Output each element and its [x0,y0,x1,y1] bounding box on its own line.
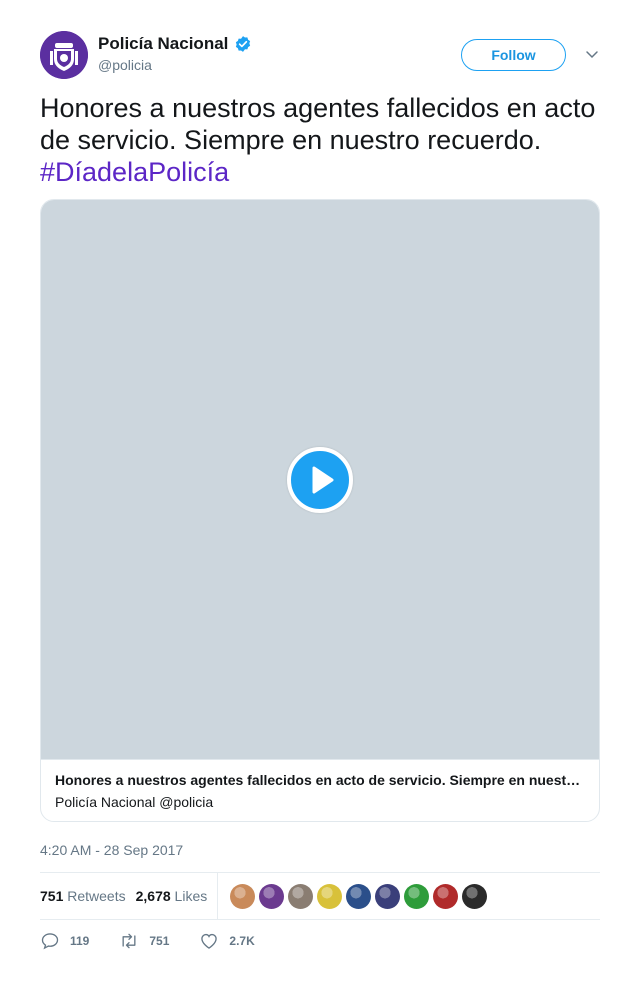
retweets-stat[interactable]: 751 Retweets [40,888,126,904]
tweet-header: Policía Nacional @policia Follow [40,31,600,79]
likes-label: Likes [174,888,208,904]
tweet-body: Honores a nuestros agentes fallecidos en… [40,93,596,155]
hashtag-link[interactable]: #DíadelaPolicía [40,157,229,187]
chevron-down-icon[interactable] [585,47,599,61]
follow-button[interactable]: Follow [461,39,566,71]
likes-stat[interactable]: 2,678 Likes [136,888,208,904]
tweet-stats: 751 Retweets 2,678 Likes [40,872,600,920]
retweet-count: 751 [149,934,170,948]
tweet-text: Honores a nuestros agentes fallecidos en… [40,92,600,188]
reply-count: 119 [70,934,90,948]
like-count: 2.7K [229,934,255,948]
likers-avatars [230,884,491,909]
liker-avatar[interactable] [375,884,400,909]
liker-avatar[interactable] [462,884,487,909]
heart-icon [201,933,218,949]
retweets-count: 751 [40,888,64,904]
play-icon [312,466,334,494]
author-info: Policía Nacional @policia [98,33,252,73]
reply-button[interactable]: 119 [40,931,89,951]
liker-avatar[interactable] [346,884,371,909]
stats-divider [217,873,218,919]
retweet-button[interactable]: 751 [119,931,169,951]
card-title: Honores a nuestros agentes fallecidos en… [55,772,585,788]
play-button[interactable] [287,447,353,513]
media-card[interactable]: Honores a nuestros agentes fallecidos en… [40,199,600,822]
display-name[interactable]: Policía Nacional [98,34,228,54]
card-meta[interactable]: Honores a nuestros agentes fallecidos en… [41,759,599,821]
handle[interactable]: @policia [98,57,252,73]
liker-avatar[interactable] [317,884,342,909]
card-subtitle: Policía Nacional @policia [55,794,214,810]
reply-icon [41,933,59,950]
liker-avatar[interactable] [259,884,284,909]
liker-avatar[interactable] [288,884,313,909]
timestamp[interactable]: 4:20 AM - 28 Sep 2017 [40,842,183,858]
liker-avatar[interactable] [230,884,255,909]
avatar[interactable] [40,31,88,79]
tweet: Policía Nacional @policia Follow Honores… [40,0,600,981]
liker-avatar[interactable] [433,884,458,909]
like-button[interactable]: 2.7K [199,931,255,951]
retweets-label: Retweets [67,888,126,904]
retweet-icon [122,933,136,949]
tweet-actions: 119 751 2.7K [40,930,285,952]
liker-avatar[interactable] [404,884,429,909]
verified-badge-icon [236,36,251,52]
police-badge-icon [40,31,88,79]
video-player[interactable] [41,200,599,759]
likes-count: 2,678 [135,888,171,904]
